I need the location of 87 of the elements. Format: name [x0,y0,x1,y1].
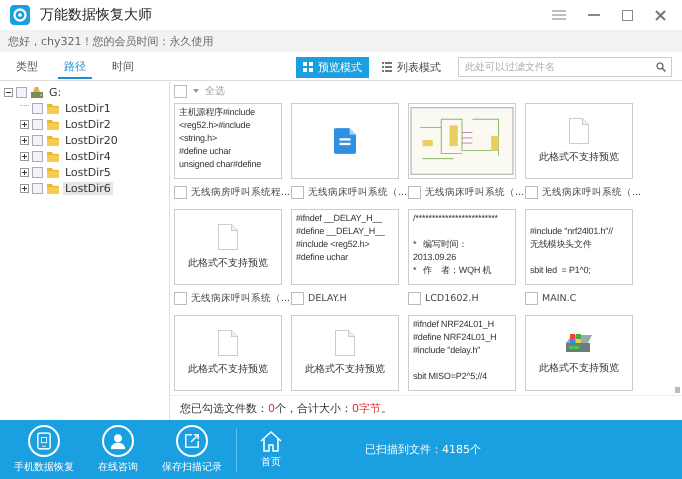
scrollbar[interactable] [675,387,680,393]
unsupported-preview-message: 此格式不支持预览 [188,362,268,376]
file-name: DELAY.H [308,292,347,304]
folder-icon [46,181,60,195]
tree-item[interactable]: LostDir4 [63,150,113,162]
folder-icon [46,101,60,115]
app-logo-icon [10,5,30,25]
tree-item[interactable]: LostDir6 [63,182,113,194]
checkbox[interactable] [32,182,43,194]
file-preview[interactable]: 此格式不支持预览 [291,315,399,391]
tree-item[interactable]: LostDir2 [63,118,113,130]
grid-icon [303,62,313,72]
file-preview[interactable]: #ifndef __DELAY_H__ #define __DELAY_H__ #include <reg52.h> #define uchar [291,209,399,285]
tab[interactable]: 路径 [58,56,92,78]
checkbox[interactable] [32,134,43,146]
file-preview[interactable] [291,103,399,179]
file-name: 无线病床呼叫系统（... [308,186,408,198]
expand-toggle-icon[interactable] [20,120,29,128]
close-icon[interactable] [655,10,666,20]
checkbox[interactable] [174,84,187,98]
home-icon [259,430,283,452]
maximize-icon[interactable] [622,10,633,20]
file-preview[interactable]: 此格式不支持预览 [525,103,633,179]
blank-file-icon [218,330,238,356]
file-preview[interactable]: 此格式不支持预览 [174,315,282,391]
checkbox[interactable] [16,86,27,98]
search-field[interactable]: 此处可以过滤文件名 [458,57,672,77]
tab[interactable]: 时间 [106,56,140,78]
expand-toggle-icon[interactable] [20,152,29,160]
drive-icon [30,85,44,99]
file-name: 无线病床呼叫系统（... [542,186,642,198]
checkbox[interactable] [174,292,187,304]
document-icon [334,128,356,154]
tree-item[interactable]: G: [47,86,64,98]
collapse-toggle-icon[interactable] [4,88,13,96]
file-preview[interactable]: #include "nrf24l01.h"// 无线模块头文件 sbit led = P1^0; [525,209,633,285]
checkbox[interactable] [174,186,187,198]
export-icon [184,433,200,449]
file-name: 无线病床呼叫系统（... [191,292,290,304]
file-name: LCD1602.H [425,292,479,304]
file-preview[interactable]: 此格式不支持预览 [525,315,633,391]
unsupported-preview-message: 此格式不支持预览 [539,362,619,375]
scan-result-text: 已扫描到文件：4185个 [365,442,481,457]
window-title: 万能数据恢复大师 [40,6,152,24]
file-name: MAIN.C [542,292,576,304]
blank-file-icon [569,118,589,144]
expand-toggle-icon[interactable] [20,136,29,144]
folder-icon [46,165,60,179]
checkbox[interactable] [408,292,421,304]
file-preview[interactable]: 主机源程序#include <reg52.h>#include <string.h> #define uchar unsigned char#define [174,103,282,179]
checkbox[interactable] [408,186,421,198]
tree-item[interactable]: LostDir5 [63,166,113,178]
file-preview[interactable]: /************************* * 编写时间： 2013.09.26 * 作 者：WQH 机 [408,209,516,285]
person-icon [109,432,127,450]
checkbox[interactable] [291,292,304,304]
tree-item[interactable]: LostDir20 [63,134,120,146]
expand-toggle-icon[interactable] [20,184,29,192]
tab[interactable]: 类型 [10,56,44,78]
checkbox[interactable] [32,166,43,178]
caret-down-icon[interactable] [193,89,199,93]
phone-icon [37,432,51,450]
blank-file-icon [218,224,238,250]
greeting-text: 您好，chy321！您的会员时间：永久使用 [8,34,214,48]
unsupported-preview-message: 此格式不支持预览 [188,256,268,270]
checkbox[interactable] [525,186,538,198]
checkbox[interactable] [291,186,304,198]
checkbox[interactable] [525,292,538,304]
menu-icon[interactable] [552,10,566,20]
checkbox[interactable] [32,102,43,114]
tree-item[interactable]: LostDir1 [63,102,113,114]
folder-icon [46,117,60,131]
file-preview[interactable]: #ifndef NRF24L01_H #define NRF24L01_H #include "delay.h" sbit MISO=P2^5;//4 [408,315,516,391]
file-name: 无线病房呼叫系统程... [191,186,290,198]
unsupported-preview-message: 此格式不支持预览 [539,150,619,164]
checkbox[interactable] [32,118,43,130]
checkbox[interactable] [32,150,43,162]
blank-file-icon [335,330,355,356]
search-icon[interactable] [656,62,666,72]
selection-summary: 您已勾选文件数：0个，合计大小：0字节。 [180,400,392,416]
unsupported-preview-message: 此格式不支持预览 [305,362,385,376]
file-preview[interactable]: 此格式不支持预览 [174,209,282,285]
folder-icon [46,133,60,147]
file-name: 无线病床呼叫系统（... [425,186,524,198]
list-icon [382,62,392,72]
view-mode-button[interactable]: 列表模式 [375,56,448,78]
folder-icon [46,149,60,163]
expand-toggle-icon[interactable] [20,168,29,176]
